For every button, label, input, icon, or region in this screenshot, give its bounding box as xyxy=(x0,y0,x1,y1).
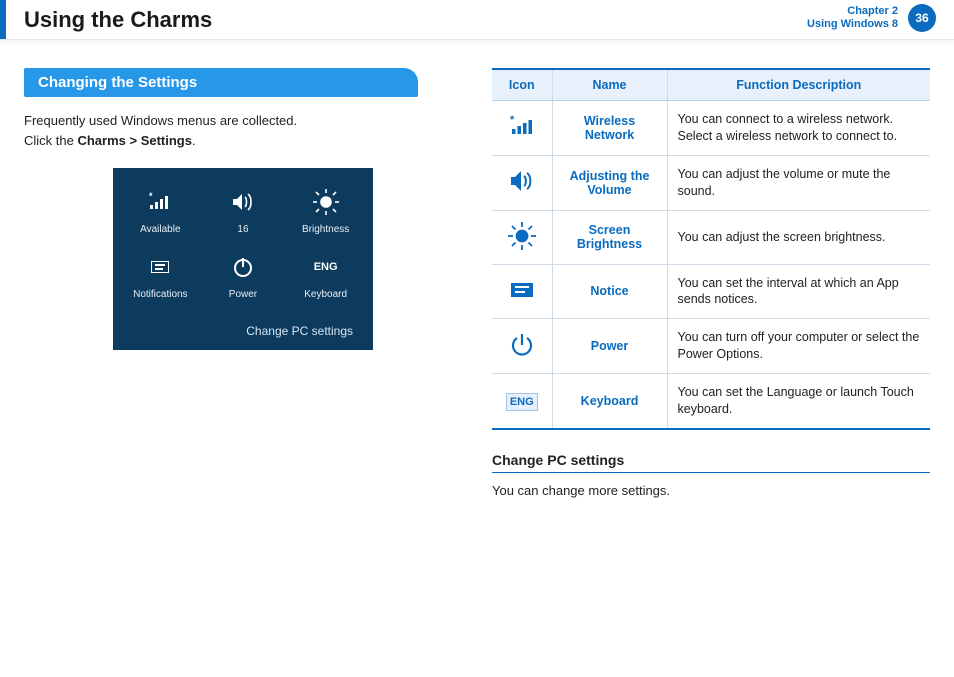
intro-text: Frequently used Windows menus are collec… xyxy=(24,111,462,150)
cell-desc: You can adjust the screen brightness. xyxy=(667,210,930,264)
panel-footer-link: Change PC settings xyxy=(119,316,367,340)
panel-label: Notifications xyxy=(133,289,187,300)
power-icon xyxy=(225,251,261,283)
table-header: Function Description xyxy=(667,69,930,101)
cell-desc: You can set the Language or launch Touch… xyxy=(667,374,930,429)
panel-label: Available xyxy=(140,224,180,235)
wifi-icon: * xyxy=(142,186,178,218)
cell-name: Notice xyxy=(552,264,667,319)
right-column: Icon Name Function Description * Wireles… xyxy=(492,68,930,498)
cell-desc: You can connect to a wireless network. S… xyxy=(667,101,930,156)
notice-icon xyxy=(511,283,533,297)
intro-line1: Frequently used Windows menus are collec… xyxy=(24,111,462,131)
volume-icon xyxy=(225,186,261,218)
svg-text:*: * xyxy=(149,191,153,201)
panel-label: Keyboard xyxy=(304,289,347,300)
functions-table: Icon Name Function Description * Wireles… xyxy=(492,68,930,430)
cell-icon: * xyxy=(492,101,552,156)
panel-label: 16 xyxy=(237,224,248,235)
subsection-body: You can change more settings. xyxy=(492,483,930,498)
table-header: Icon xyxy=(492,69,552,101)
keyboard-icon: ENG xyxy=(506,393,538,411)
panel-label: Power xyxy=(229,289,257,300)
page-header: Using the Charms Chapter 2 Using Windows… xyxy=(0,0,954,40)
panel-label: Brightness xyxy=(302,224,349,235)
volume-icon xyxy=(507,168,537,194)
settings-panel: * Available 16 Brightness xyxy=(113,168,373,350)
brightness-icon xyxy=(308,186,344,218)
subsection-heading: Change PC settings xyxy=(492,452,930,473)
intro-line2: Click the Charms > Settings. xyxy=(24,131,462,151)
table-row: Power You can turn off your computer or … xyxy=(492,319,930,374)
panel-item-notifications: Notifications xyxy=(120,251,200,300)
panel-item-keyboard: ENG Keyboard xyxy=(286,251,366,300)
chapter-info: Chapter 2 Using Windows 8 36 xyxy=(807,4,936,32)
panel-item-power: Power xyxy=(203,251,283,300)
panel-item-volume: 16 xyxy=(203,186,283,235)
panel-row-1: * Available 16 Brightness xyxy=(119,186,367,235)
page-title: Using the Charms xyxy=(24,7,212,33)
keyboard-icon: ENG xyxy=(308,251,344,283)
table-row: * Wireless Network You can connect to a … xyxy=(492,101,930,156)
cell-name: Power xyxy=(552,319,667,374)
section-heading: Changing the Settings xyxy=(24,68,418,97)
brightness-icon xyxy=(507,221,537,251)
cell-desc: You can adjust the volume or mute the so… xyxy=(667,155,930,210)
cell-desc: You can set the interval at which an App… xyxy=(667,264,930,319)
table-header: Name xyxy=(552,69,667,101)
notifications-icon xyxy=(142,251,178,283)
cell-icon xyxy=(492,319,552,374)
cell-name: Keyboard xyxy=(552,374,667,429)
panel-row-2: Notifications Power ENG Keyboard xyxy=(119,251,367,300)
settings-panel-wrap: * Available 16 Brightness xyxy=(24,168,462,350)
cell-desc: You can turn off your computer or select… xyxy=(667,319,930,374)
chapter-text: Chapter 2 Using Windows 8 xyxy=(807,5,898,31)
cell-name: Wireless Network xyxy=(552,101,667,156)
chapter-line2: Using Windows 8 xyxy=(807,18,898,31)
left-column: Changing the Settings Frequently used Wi… xyxy=(24,68,462,498)
svg-text:*: * xyxy=(510,115,515,126)
wifi-icon: * xyxy=(508,115,536,137)
table-row: ENG Keyboard You can set the Language or… xyxy=(492,374,930,429)
cell-icon: ENG xyxy=(492,374,552,429)
panel-item-available: * Available xyxy=(120,186,200,235)
table-header-row: Icon Name Function Description xyxy=(492,69,930,101)
cell-icon xyxy=(492,155,552,210)
panel-item-brightness: Brightness xyxy=(286,186,366,235)
table-row: Adjusting the Volume You can adjust the … xyxy=(492,155,930,210)
cell-icon xyxy=(492,210,552,264)
chapter-line1: Chapter 2 xyxy=(807,5,898,18)
cell-name: Screen Brightness xyxy=(552,210,667,264)
cell-icon xyxy=(492,264,552,319)
page-number-badge: 36 xyxy=(908,4,936,32)
table-row: Notice You can set the interval at which… xyxy=(492,264,930,319)
table-row: Screen Brightness You can adjust the scr… xyxy=(492,210,930,264)
power-icon xyxy=(509,332,535,358)
cell-name: Adjusting the Volume xyxy=(552,155,667,210)
content-area: Changing the Settings Frequently used Wi… xyxy=(0,40,954,498)
